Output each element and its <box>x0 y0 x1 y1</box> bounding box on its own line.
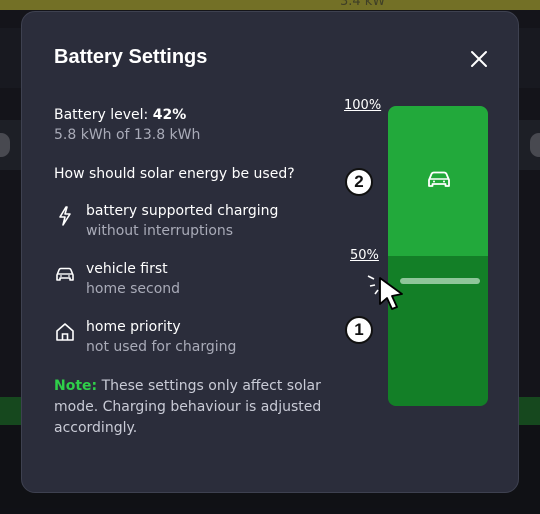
note-label: Note: <box>54 378 98 394</box>
dialog-title: Battery Settings <box>54 46 208 68</box>
option-home-priority: home priority not used for charging <box>54 319 324 363</box>
slider-mid-label: 50% <box>350 248 379 263</box>
close-icon[interactable] <box>468 48 490 70</box>
lightning-icon <box>59 206 71 226</box>
battery-level: Battery level: 42% <box>54 107 186 123</box>
option-battery-supported-charging: battery supported charging without inter… <box>54 203 324 247</box>
home-icon <box>56 323 74 341</box>
settings-note: Note: These settings only affect solar m… <box>54 376 324 439</box>
solar-split-slider[interactable] <box>388 106 488 406</box>
car-icon <box>56 267 74 281</box>
battery-level-value: 42% <box>152 107 187 123</box>
option-subtitle: not used for charging <box>86 339 237 355</box>
option-title: vehicle first <box>86 261 168 277</box>
slider-max-label: 100% <box>344 98 382 113</box>
battery-level-label: Battery level: <box>54 107 149 123</box>
battery-capacity: 5.8 kWh of 13.8 kWh <box>54 127 201 143</box>
option-vehicle-first: vehicle first home second <box>54 261 324 305</box>
slider-handle[interactable] <box>400 278 480 284</box>
option-subtitle: home second <box>86 281 181 297</box>
vehicle-share-segment[interactable] <box>388 106 488 256</box>
priority-badge-home: 1 <box>345 316 373 344</box>
option-title: battery supported charging <box>86 203 279 219</box>
battery-settings-dialog: Battery Settings Battery level: 42% 5.8 … <box>21 11 519 493</box>
mouse-pointer-icon <box>367 275 403 310</box>
solar-usage-question: How should solar energy be used? <box>54 166 295 182</box>
priority-badge-vehicle: 2 <box>345 168 373 196</box>
option-title: home priority <box>86 319 181 335</box>
car-icon <box>428 171 450 187</box>
option-subtitle: without interruptions <box>86 223 234 239</box>
